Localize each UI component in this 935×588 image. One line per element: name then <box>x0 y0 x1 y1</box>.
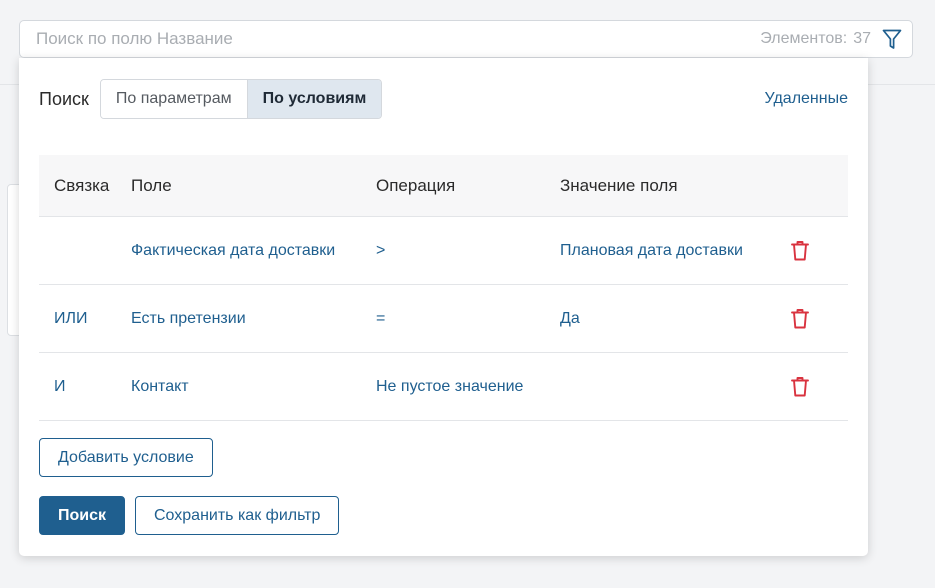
items-count-value: 37 <box>853 30 871 47</box>
trash-icon[interactable] <box>790 240 810 262</box>
search-mode-toggle: По параметрам По условиям <box>99 79 383 119</box>
search-panel: Поиск По параметрам По условиям Удаленны… <box>19 58 868 556</box>
add-condition-button[interactable]: Добавить условие <box>39 438 213 477</box>
filter-funnel-icon[interactable] <box>881 28 903 50</box>
page: Элементов: 37 Поиск По параметрам По усл… <box>0 0 935 588</box>
condition-operation[interactable]: > <box>376 242 385 259</box>
trash-icon[interactable] <box>790 376 810 398</box>
table-row: ИЛИ Есть претензии = Да <box>39 285 848 353</box>
condition-operation[interactable]: = <box>376 310 385 327</box>
tab-by-parameters[interactable]: По параметрам <box>100 80 247 118</box>
condition-field[interactable]: Есть претензии <box>131 310 246 327</box>
condition-value[interactable]: Плановая дата доставки <box>560 242 743 259</box>
search-bar: Элементов: 37 <box>19 20 913 58</box>
condition-field[interactable]: Фактическая дата доставки <box>131 242 335 259</box>
column-header-link: Связка <box>54 175 110 195</box>
conditions-table: Связка Поле Операция Значение поля Факти… <box>39 155 848 421</box>
table-row: Фактическая дата доставки > Плановая дат… <box>39 217 848 285</box>
condition-field[interactable]: Контакт <box>131 378 189 395</box>
deleted-items-link[interactable]: Удаленные <box>765 90 848 108</box>
tab-by-conditions[interactable]: По условиям <box>246 80 382 118</box>
items-count-label: Элементов: <box>760 30 848 47</box>
column-header-field: Поле <box>131 175 172 195</box>
column-header-value: Значение поля <box>560 175 678 195</box>
condition-link-operator[interactable]: ИЛИ <box>54 310 88 327</box>
panel-header: Поиск По параметрам По условиям Удаленны… <box>39 79 848 119</box>
panel-title: Поиск <box>39 88 89 109</box>
condition-operation[interactable]: Не пустое значение <box>376 378 523 395</box>
table-row: И Контакт Не пустое значение <box>39 353 848 421</box>
table-header: Связка Поле Операция Значение поля <box>39 155 848 217</box>
column-header-operation: Операция <box>376 175 456 195</box>
save-as-filter-button[interactable]: Сохранить как фильтр <box>135 496 340 535</box>
search-input[interactable] <box>36 29 761 49</box>
condition-link-operator[interactable]: И <box>54 378 66 395</box>
condition-value[interactable]: Да <box>560 310 580 327</box>
search-button[interactable]: Поиск <box>39 496 126 535</box>
trash-icon[interactable] <box>790 308 810 330</box>
